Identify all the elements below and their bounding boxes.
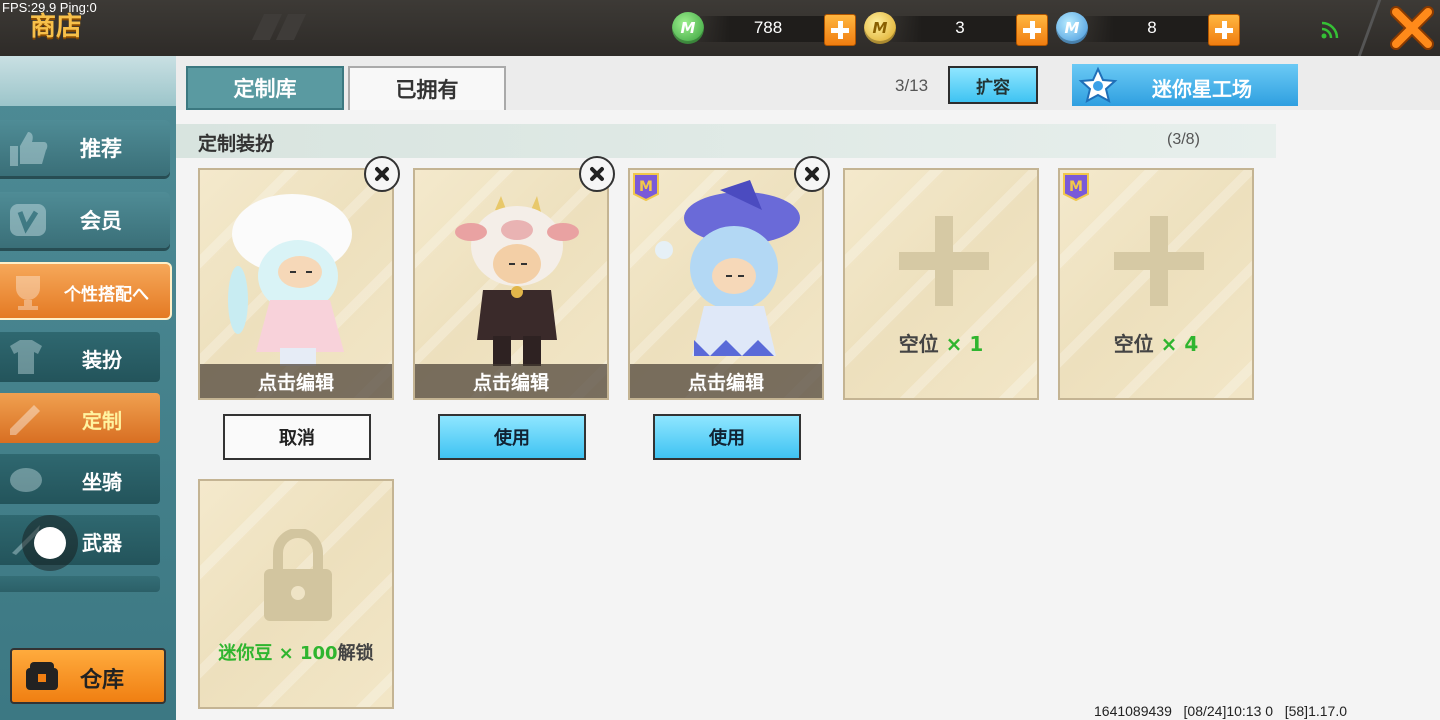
svg-text:M: M: [1069, 179, 1083, 195]
capacity-count: 3/13: [895, 76, 929, 95]
sidebar-item-mount[interactable]: 坐骑: [0, 454, 160, 504]
trophy-icon: [16, 276, 40, 310]
shirt-icon: [10, 340, 42, 374]
remove-outfit-button[interactable]: [579, 156, 615, 192]
sidebar-item-recommend[interactable]: 推荐: [0, 120, 170, 176]
workshop-label: 迷你星工场: [1152, 77, 1252, 101]
floating-joystick[interactable]: [22, 515, 78, 571]
use-button[interactable]: 使用: [438, 414, 586, 460]
outfit-card[interactable]: 点击编辑: [198, 168, 394, 400]
slot-label: 空位 × 4: [1113, 332, 1199, 356]
vip-icon: [10, 204, 46, 236]
avatar-blue-witch-icon: [655, 180, 800, 356]
footer-info: 1641089439 [08/24]10:13 0 [58]1.17.0: [1094, 703, 1347, 719]
empty-slot-card[interactable]: 空位 × 1: [843, 168, 1039, 400]
outfit-card[interactable]: 点击编辑: [413, 168, 609, 400]
fps-readout: FPS:29.9 Ping:0: [2, 0, 97, 15]
thumbs-up-icon: [10, 132, 48, 166]
star-icon: [1078, 66, 1118, 103]
signal-icon: [1321, 21, 1339, 39]
mount-icon: [10, 468, 42, 492]
avatar-white-hair-icon: [228, 194, 352, 366]
avatar-cow-costume-icon: [455, 196, 579, 366]
blue-m-coin-icon: M: [1056, 12, 1088, 44]
sidebar-item-label: 推荐: [80, 137, 122, 161]
warehouse-label: 仓库: [80, 668, 125, 693]
edit-label: 点击编辑: [687, 372, 764, 394]
add-icon: [1114, 216, 1204, 306]
slot-label: 空位 × 1: [898, 332, 984, 356]
m-badge-icon: M: [1063, 173, 1089, 202]
lock-icon: [264, 529, 332, 621]
green-gem-icon: M: [672, 12, 704, 44]
currency-value: 3: [955, 18, 965, 37]
edit-label: 点击编辑: [257, 372, 334, 394]
add-currency-button[interactable]: [1208, 14, 1240, 46]
remove-outfit-button[interactable]: [364, 156, 400, 192]
sidebar-item-more[interactable]: [0, 576, 160, 592]
sidebar-item-outfit[interactable]: 装扮: [0, 332, 160, 382]
locked-slot-card[interactable]: 迷你豆 × 100解锁: [198, 479, 394, 709]
section-header: [176, 124, 1276, 158]
currency-value: 788: [753, 18, 783, 37]
sidebar-item-label: 坐骑: [82, 470, 122, 494]
edit-label: 点击编辑: [472, 372, 549, 394]
currency-value: 8: [1147, 18, 1157, 37]
warehouse-button[interactable]: 仓库: [10, 648, 166, 704]
cancel-button[interactable]: 取消: [223, 414, 371, 460]
add-icon: [899, 216, 989, 306]
gold-m-coin-icon: M: [864, 12, 896, 44]
sidebar-item-label: 会员: [80, 209, 122, 233]
expand-button[interactable]: 扩容: [948, 66, 1038, 104]
tab-owned[interactable]: 已拥有: [348, 66, 506, 110]
empty-slot-card[interactable]: M 空位 × 4: [1058, 168, 1254, 400]
sidebar-item-label: 个性搭配へ: [64, 285, 149, 305]
sidebar-item-label: 武器: [82, 531, 122, 555]
unlock-price-label: 迷你豆 × 100解锁: [218, 643, 374, 664]
add-currency-button[interactable]: [824, 14, 856, 46]
sidebar-item-label: 装扮: [82, 348, 122, 372]
close-icon[interactable]: [1388, 4, 1436, 52]
sidebar-category-personal-style[interactable]: 个性搭配へ: [0, 262, 172, 320]
use-button[interactable]: 使用: [653, 414, 801, 460]
mini-star-workshop-button[interactable]: 迷你星工场: [1072, 64, 1298, 106]
pencil-icon: [10, 405, 40, 435]
sidebar-item-custom[interactable]: 定制: [0, 393, 160, 443]
remove-outfit-button[interactable]: [794, 156, 830, 192]
section-title: 定制装扮: [198, 133, 275, 155]
sidebar-item-label: 定制: [82, 409, 122, 433]
tab-custom-library[interactable]: 定制库: [186, 66, 344, 110]
sidebar-item-vip[interactable]: 会员: [0, 192, 170, 248]
add-currency-button[interactable]: [1016, 14, 1048, 46]
outfit-card[interactable]: M 点击编辑: [628, 168, 824, 400]
chest-icon: [26, 662, 58, 690]
section-count: (3/8): [1167, 131, 1200, 148]
